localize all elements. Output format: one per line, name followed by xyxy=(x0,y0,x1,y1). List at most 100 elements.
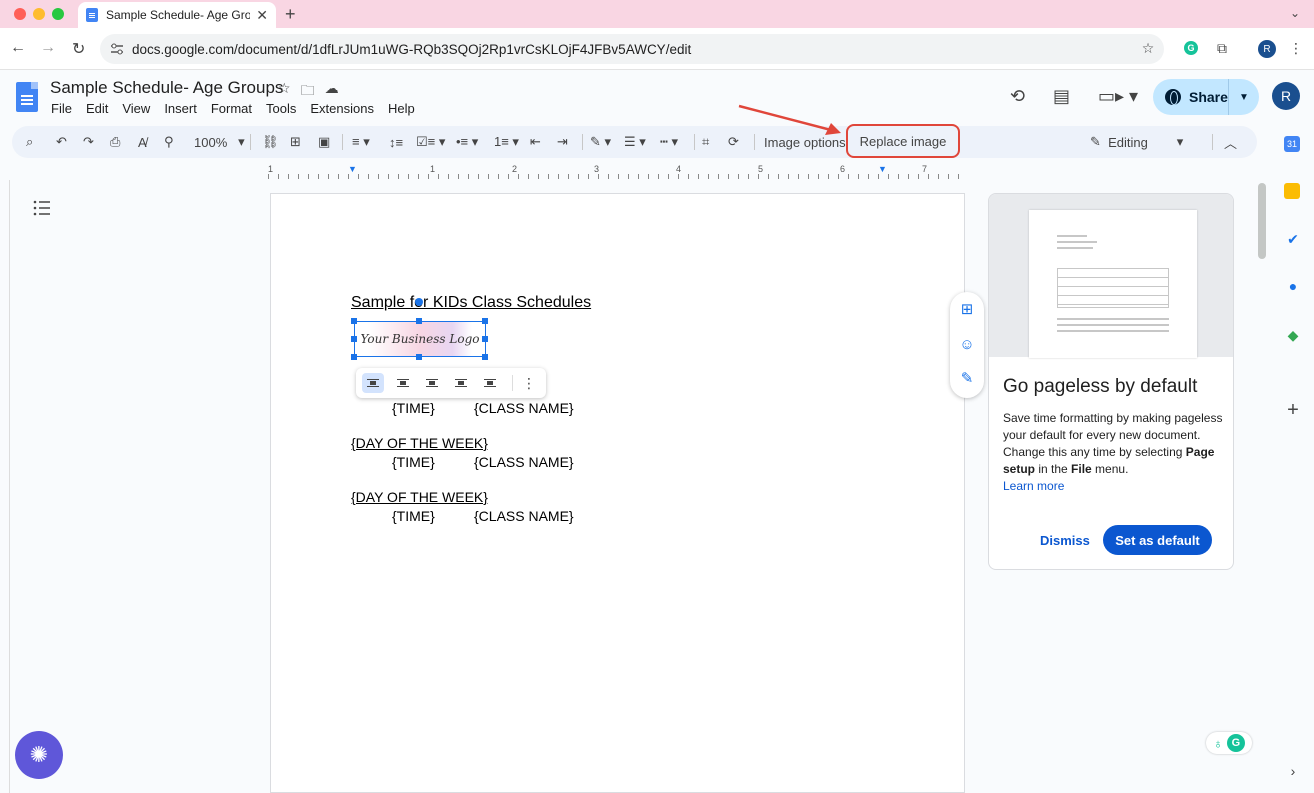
numbered-list-icon[interactable]: 1≡ ▾ xyxy=(494,126,519,158)
maps-icon[interactable]: ◆ xyxy=(1284,326,1302,344)
menu-tools[interactable]: Tools xyxy=(266,101,296,116)
resize-handle[interactable] xyxy=(416,354,422,360)
insert-image-icon[interactable]: ▣ xyxy=(318,126,330,158)
resize-handle[interactable] xyxy=(482,354,488,360)
paint-format-icon[interactable]: ⚲ xyxy=(164,126,174,158)
in-front-of-text-icon[interactable] xyxy=(479,373,501,393)
emoji-reaction-icon[interactable]: ☺ xyxy=(958,335,976,353)
bookmark-star-icon[interactable]: ☆ xyxy=(1138,38,1158,58)
right-indent-marker[interactable]: ▼ xyxy=(878,164,887,174)
increase-indent-icon[interactable]: ⇥ xyxy=(557,126,568,158)
inline-wrap-icon[interactable] xyxy=(362,373,384,393)
forward-arrow-icon[interactable]: → xyxy=(40,39,56,57)
document-heading[interactable]: Sample for KIDs Class Schedules xyxy=(351,294,591,312)
user-avatar[interactable]: R xyxy=(1272,82,1300,110)
class-name-placeholder[interactable]: {CLASS NAME} xyxy=(474,400,574,416)
minimize-window-button[interactable] xyxy=(33,8,45,20)
browser-menu-icon[interactable]: ⋮ xyxy=(1286,38,1306,58)
browser-profile-avatar[interactable]: R xyxy=(1258,40,1276,58)
share-button[interactable]: Share ▼ xyxy=(1153,79,1259,115)
docs-logo-icon[interactable] xyxy=(16,82,38,112)
menu-help[interactable]: Help xyxy=(388,101,415,116)
more-options-icon[interactable]: ⋮ xyxy=(518,373,540,393)
browser-tab[interactable]: Sample Schedule- Age Group ✕ xyxy=(78,2,276,28)
print-icon[interactable]: ⎙ xyxy=(110,126,120,158)
close-tab-icon[interactable]: ✕ xyxy=(256,7,268,24)
tasks-icon[interactable]: ✔ xyxy=(1284,230,1302,248)
redo-icon[interactable]: ↷ xyxy=(83,126,94,158)
suggest-edits-icon[interactable]: ✎ xyxy=(958,369,976,387)
dismiss-button[interactable]: Dismiss xyxy=(1040,533,1090,548)
url-input[interactable]: docs.google.com/document/d/1dfLrJUm1uWG-… xyxy=(100,34,1164,64)
document-outline-icon[interactable] xyxy=(33,200,51,216)
insert-link-icon[interactable]: ⛓ xyxy=(262,126,279,158)
hide-menus-chevron-icon[interactable]: ︿ xyxy=(1224,126,1237,158)
learn-more-link[interactable]: Learn more xyxy=(1003,479,1064,493)
bulleted-list-icon[interactable]: •≡ ▾ xyxy=(456,126,478,158)
menu-file[interactable]: File xyxy=(51,101,72,116)
calendar-icon[interactable]: 31 xyxy=(1284,136,1300,152)
time-placeholder[interactable]: {TIME} xyxy=(392,508,435,524)
resize-handle[interactable] xyxy=(351,336,357,342)
new-tab-icon[interactable]: + xyxy=(285,4,296,25)
crop-icon[interactable]: ⌗ xyxy=(702,126,709,158)
set-as-default-button[interactable]: Set as default xyxy=(1103,525,1212,555)
behind-text-icon[interactable] xyxy=(450,373,472,393)
business-logo-image[interactable]: Your Business Logo xyxy=(354,321,486,357)
align-icon[interactable]: ≡ ▾ xyxy=(352,126,370,158)
class-name-placeholder[interactable]: {CLASS NAME} xyxy=(474,454,574,470)
day-of-week-placeholder[interactable]: {DAY OF THE WEEK} xyxy=(351,435,488,451)
grammarly-extension-icon[interactable]: G xyxy=(1181,38,1201,58)
border-color-icon[interactable]: ✎ ▾ xyxy=(590,126,611,158)
border-dash-icon[interactable]: ┅ ▾ xyxy=(660,126,678,158)
resize-handle[interactable] xyxy=(351,354,357,360)
assistant-fab-icon[interactable]: ✺ xyxy=(15,731,63,779)
search-menus-icon[interactable]: ⌕ xyxy=(26,126,33,158)
version-history-icon[interactable]: ⟲ xyxy=(1010,86,1025,107)
vertical-scrollbar[interactable] xyxy=(1258,183,1266,259)
rotate-handle[interactable] xyxy=(415,298,423,306)
replace-image-button[interactable]: Replace image xyxy=(846,124,960,158)
resize-handle[interactable] xyxy=(482,318,488,324)
maximize-window-button[interactable] xyxy=(52,8,64,20)
menu-view[interactable]: View xyxy=(122,101,150,116)
border-weight-icon[interactable]: ☰ ▾ xyxy=(624,126,646,158)
time-placeholder[interactable]: {TIME} xyxy=(392,400,435,416)
keep-notes-icon[interactable] xyxy=(1284,183,1300,199)
site-settings-icon[interactable] xyxy=(110,42,124,56)
wrap-text-icon[interactable] xyxy=(392,373,414,393)
spellcheck-icon[interactable]: A̸ xyxy=(138,126,147,158)
contacts-icon[interactable]: ● xyxy=(1284,277,1302,295)
reload-icon[interactable]: ↻ xyxy=(72,39,85,59)
grammarly-widget[interactable]: ♁ G xyxy=(1206,732,1252,754)
resize-handle[interactable] xyxy=(482,336,488,342)
extensions-puzzle-icon[interactable]: ⧉ xyxy=(1212,38,1232,58)
expand-side-panel-icon[interactable]: › xyxy=(1284,762,1302,780)
add-comment-icon[interactable]: ⊞ xyxy=(958,300,976,318)
meet-camera-icon[interactable]: ▭▸ ▾ xyxy=(1098,86,1138,107)
menu-format[interactable]: Format xyxy=(211,101,252,116)
editing-mode-select[interactable]: ✎ Editing ▾ xyxy=(1090,126,1183,158)
tab-search-chevron-icon[interactable]: ⌄ xyxy=(1290,6,1300,20)
share-dropdown-icon[interactable]: ▼ xyxy=(1229,92,1259,103)
decrease-indent-icon[interactable]: ⇤ xyxy=(530,126,541,158)
menu-insert[interactable]: Insert xyxy=(164,101,197,116)
menu-edit[interactable]: Edit xyxy=(86,101,108,116)
class-name-placeholder[interactable]: {CLASS NAME} xyxy=(474,508,574,524)
break-text-icon[interactable] xyxy=(421,373,443,393)
comments-icon[interactable]: ▤ xyxy=(1053,86,1070,107)
zoom-select[interactable]: 100% ▾ xyxy=(194,126,245,158)
line-spacing-icon[interactable]: ↕≡ xyxy=(389,126,403,158)
document-title[interactable]: Sample Schedule- Age Groups xyxy=(50,78,283,98)
back-arrow-icon[interactable]: ← xyxy=(10,39,26,57)
lightbulb-icon[interactable]: ♁ xyxy=(1213,736,1223,751)
checklist-icon[interactable]: ☑≡ ▾ xyxy=(416,126,445,158)
close-window-button[interactable] xyxy=(14,8,26,20)
undo-icon[interactable]: ↶ xyxy=(56,126,67,158)
grammarly-icon[interactable]: G xyxy=(1226,734,1245,752)
vertical-ruler[interactable] xyxy=(0,180,10,793)
left-indent-marker[interactable]: ▼ xyxy=(348,164,357,174)
time-placeholder[interactable]: {TIME} xyxy=(392,454,435,470)
menu-extensions[interactable]: Extensions xyxy=(310,101,374,116)
day-of-week-placeholder[interactable]: {DAY OF THE WEEK} xyxy=(351,489,488,505)
